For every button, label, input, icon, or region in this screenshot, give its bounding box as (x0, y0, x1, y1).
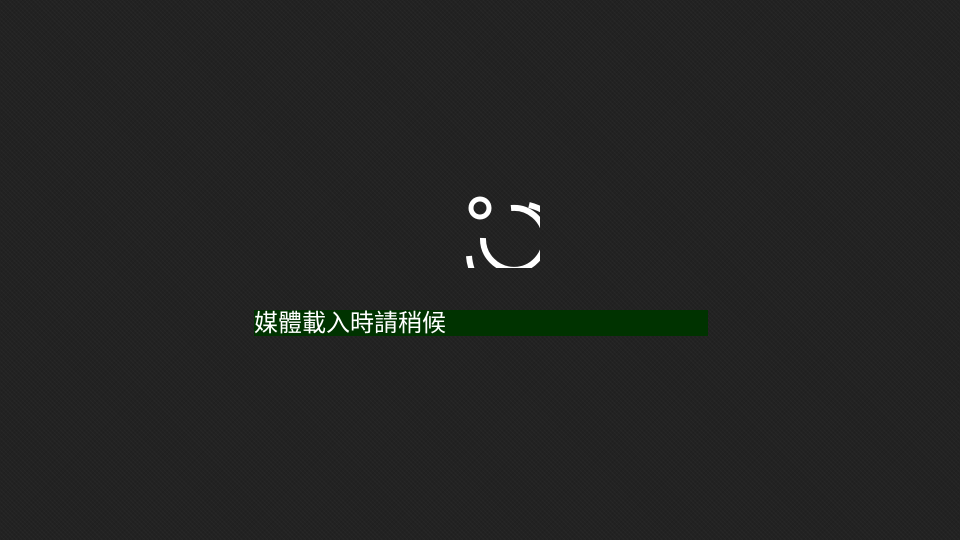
media-disc-icon (420, 148, 570, 305)
loading-screen: 媒體載入時請稍候 (0, 0, 960, 540)
loading-row: 媒體載入時請稍候 (254, 308, 714, 338)
loading-message: 媒體載入時請稍候 (254, 309, 446, 337)
